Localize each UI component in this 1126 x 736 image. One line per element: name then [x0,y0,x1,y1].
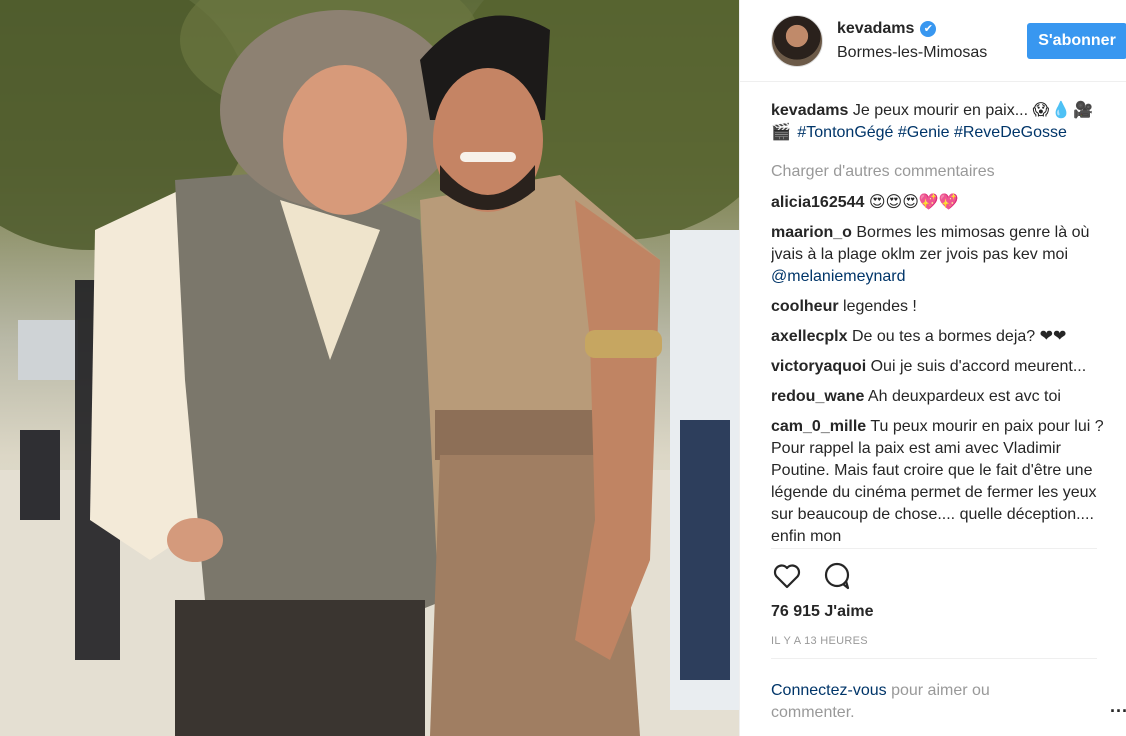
post-location[interactable]: Bormes-les-Mimosas [837,44,987,62]
speech-bubble-icon[interactable] [821,560,853,592]
post-actions [771,560,871,592]
list-item: cam_0_mille Tu peux mourir en paix pour … [771,416,1107,548]
post-username[interactable]: kevadams [837,20,914,38]
load-more-comments-link[interactable]: Charger d'autres commentaires [771,161,1107,183]
comment-text: Ah deuxpardeux est avc toi [867,388,1061,405]
post-photo[interactable] [0,0,739,736]
follow-button[interactable]: S'abonner [1027,23,1126,59]
hashtag-genie[interactable]: #Genie [898,124,950,141]
comment-username[interactable]: axellecplx [771,328,848,345]
comments-list[interactable]: kevadams Je peux mourir en paix... 😱💧🎥🎬 … [771,100,1107,548]
comment-text: legendes ! [843,298,917,315]
list-item: axellecplx De ou tes a bormes deja? ❤❤ [771,326,1107,348]
comment-text: 😍😍😍💖💖 [868,194,959,211]
heart-icon[interactable] [771,560,803,592]
username-row: kevadams ✔ [837,20,937,38]
comment-username[interactable]: victoryaquoi [771,358,866,375]
divider [771,548,1097,549]
login-link[interactable]: Connectez-vous [771,682,887,699]
caption: kevadams Je peux mourir en paix... 😱💧🎥🎬 … [771,100,1107,144]
divider [771,658,1097,659]
hashtag-tontongege[interactable]: #TontonGégé [797,124,893,141]
comment-username[interactable]: alicia162544 [771,194,864,211]
login-prompt: Connectez-vous pour aimer ou commenter. [771,680,1071,724]
list-item: alicia162544 😍😍😍💖💖 [771,192,1107,214]
post-sidebar: kevadams ✔ Bormes-les-Mimosas S'abonner … [739,0,1126,736]
list-item: coolheur legendes ! [771,296,1107,318]
comment-text: Oui je suis d'accord meurent... [870,358,1087,375]
photo-illustration [0,0,739,736]
caption-text: Je peux mourir en paix... [852,102,1029,119]
like-count[interactable]: 76 915 J'aime [771,603,874,621]
comment-username[interactable]: maarion_o [771,224,852,241]
ellipsis-icon[interactable]: ... [1110,696,1126,717]
comment-username[interactable]: redou_wane [771,388,864,405]
list-item: maarion_o Bormes les mimosas genre là où… [771,222,1107,288]
post-timestamp[interactable]: IL Y A 13 HEURES [771,635,868,647]
verified-badge-icon: ✔ [920,21,937,37]
post-header: kevadams ✔ Bormes-les-Mimosas S'abonner [740,0,1126,82]
comment-mention[interactable]: @melaniemeynard [771,268,906,285]
list-item: victoryaquoi Oui je suis d'accord meuren… [771,356,1107,378]
list-item: redou_wane Ah deuxpardeux est avc toi [771,386,1107,408]
comment-text: De ou tes a bormes deja? ❤❤ [851,328,1067,345]
comment-username[interactable]: cam_0_mille [771,418,866,435]
avatar[interactable] [771,15,823,67]
comment-username[interactable]: coolheur [771,298,839,315]
comment-text: Tu peux mourir en paix pour lui ? Pour r… [771,418,1104,545]
hashtag-revedegosse[interactable]: #ReveDeGosse [954,124,1067,141]
caption-username[interactable]: kevadams [771,102,848,119]
